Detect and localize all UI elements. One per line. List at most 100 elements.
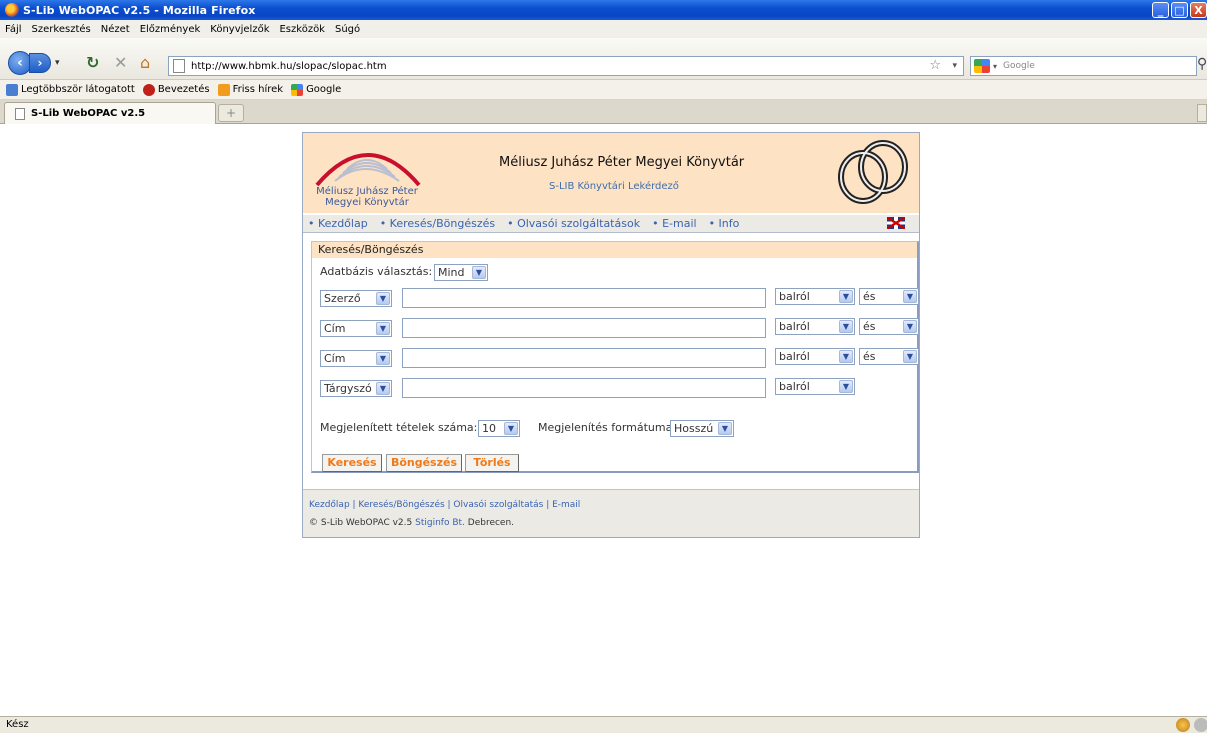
search-button[interactable]: Keresés — [322, 454, 382, 472]
search-input-4[interactable] — [402, 378, 766, 398]
format-select[interactable]: Hosszú ▼ — [670, 420, 734, 437]
window-title: S-Lib WebOPAC v2.5 - Mozilla Firefox — [23, 3, 256, 17]
library-logo-icon — [315, 153, 421, 187]
chevron-down-icon: ▼ — [839, 320, 853, 333]
close-button[interactable]: X — [1190, 2, 1207, 18]
chevron-down-icon: ▼ — [903, 290, 917, 303]
search-engine-dropdown-icon[interactable]: ▾ — [993, 62, 997, 71]
nav-search-link[interactable]: • Keresés/Böngészés — [380, 217, 495, 230]
url-bar[interactable]: http://www.hbmk.hu/slopac/slopac.htm ☆ ▾ — [168, 56, 964, 76]
clear-button[interactable]: Törlés — [465, 454, 519, 472]
search-icon[interactable]: ⚲ — [1197, 56, 1207, 72]
chevron-down-icon: ▼ — [376, 352, 390, 365]
menu-tools[interactable]: Eszközök — [279, 24, 325, 35]
status-extra-icon[interactable] — [1194, 718, 1207, 732]
chevron-down-icon: ▼ — [504, 422, 518, 435]
page-viewport: Méliusz Juhász Péter Megyei Könyvtár Mél… — [0, 124, 1207, 716]
operator-select-1[interactable]: és ▼ — [859, 288, 919, 305]
chevron-down-icon: ▼ — [718, 422, 732, 435]
menu-bookmarks[interactable]: Könyvjelzők — [210, 24, 269, 35]
tab-list-button[interactable] — [1197, 104, 1207, 122]
search-input-2[interactable] — [402, 318, 766, 338]
library-title: Méliusz Juhász Péter Megyei Könyvtár — [499, 155, 745, 170]
forward-arrow-icon[interactable]: › — [29, 53, 51, 73]
logo-text: Méliusz Juhász Péter Megyei Könyvtár — [316, 186, 418, 208]
chevron-down-icon: ▼ — [903, 350, 917, 363]
count-select[interactable]: 10 ▼ — [478, 420, 520, 437]
footer-links[interactable]: Kezdőlap | Keresés/Böngészés | Olvasói s… — [309, 500, 580, 510]
bookmark-getting-started[interactable]: Bevezetés — [142, 83, 210, 96]
history-dropdown-icon[interactable]: ▾ — [55, 58, 60, 68]
nav-reader-services-link[interactable]: • Olvasói szolgáltatások — [507, 217, 640, 230]
menu-view[interactable]: Nézet — [101, 24, 130, 35]
bookmark-google[interactable]: Google — [291, 83, 341, 96]
bookmarks-toolbar: Legtöbbször látogatott Bevezetés Friss h… — [0, 80, 1207, 100]
minimize-button[interactable]: _ — [1152, 2, 1169, 18]
search-input-1[interactable] — [402, 288, 766, 308]
format-label: Megjelenítés formátuma: — [538, 421, 677, 434]
stiginfo-link[interactable]: Stiginfo Bt. — [415, 518, 465, 528]
match-select-3[interactable]: balról ▼ — [775, 348, 855, 365]
google-icon[interactable] — [974, 59, 990, 73]
chevron-down-icon: ▼ — [472, 266, 486, 279]
field-select-3[interactable]: Cím ▼ — [320, 350, 392, 367]
stop-icon[interactable]: ✕ — [114, 54, 127, 72]
tab-bar: S-Lib WebOPAC v2.5 + — [0, 100, 1207, 124]
maximize-button[interactable]: □ — [1171, 2, 1188, 18]
menu-history[interactable]: Előzmények — [140, 24, 201, 35]
bookmark-latest-headlines[interactable]: Friss hírek — [217, 83, 283, 96]
chevron-down-icon: ▼ — [839, 380, 853, 393]
field-select-1[interactable]: Szerző ▼ — [320, 290, 392, 307]
page-icon — [173, 59, 185, 73]
tab-slib-webopac[interactable]: S-Lib WebOPAC v2.5 — [4, 102, 216, 124]
library-subtitle: S-LIB Könyvtári Lekérdező — [549, 181, 679, 192]
knot-logo-icon — [838, 140, 908, 204]
nav-home-link[interactable]: • Kezdőlap — [308, 217, 368, 230]
field-select-2[interactable]: Cím ▼ — [320, 320, 392, 337]
tab-label: S-Lib WebOPAC v2.5 — [31, 108, 146, 119]
window-titlebar: S-Lib WebOPAC v2.5 - Mozilla Firefox _ □… — [0, 0, 1207, 20]
url-text: http://www.hbmk.hu/slopac/slopac.htm — [191, 60, 387, 72]
menu-file[interactable]: Fájl — [5, 24, 22, 35]
field-select-4[interactable]: Tárgyszó ▼ — [320, 380, 392, 397]
chevron-down-icon: ▼ — [376, 322, 390, 335]
menu-bar: Fájl Szerkesztés Nézet Előzmények Könyvj… — [0, 20, 1207, 38]
chevron-down-icon: ▼ — [903, 320, 917, 333]
home-icon[interactable]: ⌂ — [140, 54, 150, 72]
footer-copyright: © S-Lib WebOPAC v2.5 Stiginfo Bt. Debrec… — [309, 518, 515, 528]
status-bar: Kész — [0, 716, 1207, 733]
database-select[interactable]: Mind ▼ — [434, 264, 488, 281]
page-icon — [15, 107, 25, 120]
chevron-down-icon: ▼ — [376, 382, 390, 395]
reload-icon[interactable]: ↻ — [86, 54, 99, 72]
search-input-3[interactable] — [402, 348, 766, 368]
nav-info-link[interactable]: • Info — [709, 217, 740, 230]
operator-select-3[interactable]: és ▼ — [859, 348, 919, 365]
opac-container: Méliusz Juhász Péter Megyei Könyvtár Mél… — [302, 132, 920, 538]
firefox-icon — [5, 3, 19, 17]
match-select-1[interactable]: balról ▼ — [775, 288, 855, 305]
nav-email-link[interactable]: • E-mail — [652, 217, 696, 230]
menu-edit[interactable]: Szerkesztés — [32, 24, 91, 35]
bookmark-star-icon[interactable]: ☆ — [929, 58, 941, 73]
english-flag-icon[interactable] — [887, 217, 905, 229]
url-dropdown-icon[interactable]: ▾ — [952, 61, 957, 71]
chevron-down-icon: ▼ — [839, 350, 853, 363]
back-forward-group: ‹ › ▾ — [8, 51, 60, 75]
search-bar[interactable]: ▾ Google — [970, 56, 1197, 76]
window-controls: _ □ X — [1152, 2, 1207, 18]
rss-icon — [217, 83, 230, 96]
chevron-down-icon: ▼ — [376, 292, 390, 305]
addon-icon[interactable] — [1176, 718, 1190, 732]
operator-select-2[interactable]: és ▼ — [859, 318, 919, 335]
new-tab-button[interactable]: + — [218, 104, 244, 122]
match-select-2[interactable]: balról ▼ — [775, 318, 855, 335]
browse-button[interactable]: Böngészés — [386, 454, 462, 472]
status-text: Kész — [6, 719, 29, 730]
google-icon — [291, 83, 304, 96]
page-footer: Kezdőlap | Keresés/Böngészés | Olvasói s… — [303, 489, 919, 537]
count-label: Megjelenített tételek száma: — [320, 421, 478, 434]
menu-help[interactable]: Súgó — [335, 24, 360, 35]
match-select-4[interactable]: balról ▼ — [775, 378, 855, 395]
bookmark-most-visited[interactable]: Legtöbbször látogatott — [6, 83, 135, 96]
